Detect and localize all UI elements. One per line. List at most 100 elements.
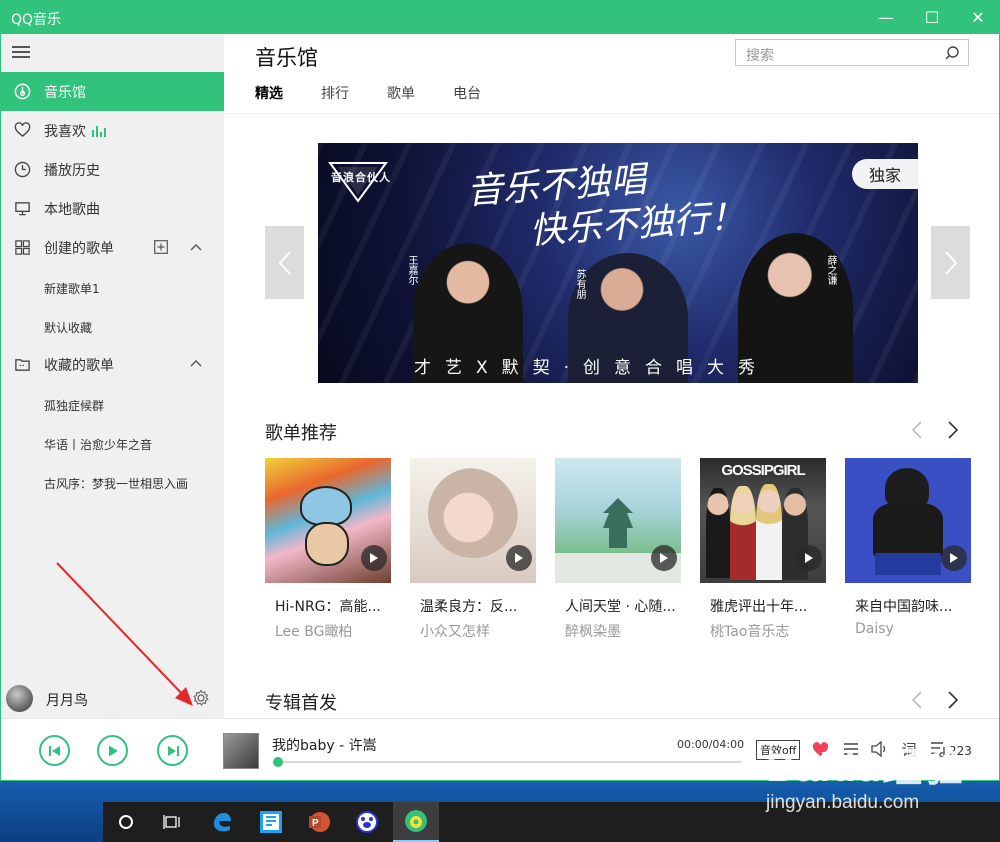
menu-icon[interactable] xyxy=(12,46,30,60)
settings-gear-icon[interactable] xyxy=(192,689,210,707)
playlist-author[interactable]: 桃Tao音乐志 xyxy=(710,621,789,641)
qq-music-taskbar-button[interactable] xyxy=(393,802,439,842)
chevron-right-icon[interactable] xyxy=(948,691,958,709)
singer-name: 王嘉尔 xyxy=(406,255,417,285)
banner-next-button[interactable] xyxy=(931,226,970,299)
monitor-icon xyxy=(13,200,31,218)
singer-name: 苏有朋 xyxy=(574,269,585,299)
sidebar-item-label: 本地歌曲 xyxy=(44,201,100,218)
playlist-cover[interactable] xyxy=(555,458,681,583)
chevron-left-icon[interactable] xyxy=(912,691,922,709)
playlist-title[interactable]: 来自中国韵味... xyxy=(855,596,975,616)
add-playlist-icon[interactable] xyxy=(154,240,168,254)
task-view-icon xyxy=(163,815,180,829)
play-icon[interactable] xyxy=(361,545,387,571)
playlist-cover[interactable]: GOSSIPGIRL xyxy=(700,458,826,583)
playlist-author[interactable]: 小众又怎样 xyxy=(420,621,490,641)
banner-prev-button[interactable] xyxy=(265,226,304,299)
playlist-author[interactable]: 醉枫染墨 xyxy=(565,621,621,641)
playlist-card[interactable]: GOSSIPGIRL 雅虎评出十年... 桃Tao音乐志 xyxy=(700,458,826,640)
play-icon[interactable] xyxy=(941,545,967,571)
chevron-right-icon[interactable] xyxy=(948,421,958,439)
playlist-cover[interactable] xyxy=(410,458,536,583)
heart-icon xyxy=(13,122,31,140)
playlist-author[interactable]: Daisy xyxy=(855,621,894,637)
singer-name: 薛之谦 xyxy=(825,255,836,285)
tab-playlists[interactable]: 歌单 xyxy=(387,83,415,103)
collapse-icon[interactable] xyxy=(190,359,202,367)
task-view-button[interactable] xyxy=(149,802,195,842)
previous-button[interactable] xyxy=(39,735,70,766)
play-button[interactable] xyxy=(97,735,128,766)
minimize-button[interactable]: — xyxy=(863,1,909,34)
chevron-left-icon[interactable] xyxy=(912,421,922,439)
playlist-card[interactable]: 来自中国韵味... Daisy xyxy=(845,458,971,637)
tab-radio[interactable]: 电台 xyxy=(453,83,481,103)
sidebar-item-music-hall[interactable]: 音乐馆 xyxy=(1,72,224,111)
now-playing-title[interactable]: 我的baby - 许嵩 xyxy=(272,735,377,755)
search-input[interactable]: 搜索 xyxy=(735,39,969,66)
playlist-cover[interactable] xyxy=(845,458,971,583)
playlist-title[interactable]: 雅虎评出十年... xyxy=(710,596,830,616)
search-placeholder: 搜索 xyxy=(746,48,774,64)
playlist-title[interactable]: 温柔良方：反... xyxy=(420,596,540,616)
search-icon[interactable] xyxy=(944,45,960,61)
equalizer-icon xyxy=(92,125,106,137)
maximize-button[interactable]: ☐ xyxy=(909,1,955,34)
playlist-item[interactable]: 孤独症候群 xyxy=(44,397,104,414)
sidebar-item-label: 创建的歌单 xyxy=(44,240,114,257)
sidebar-item-label: 收藏的歌单 xyxy=(44,357,114,374)
play-icon xyxy=(108,745,118,756)
tab-ranking[interactable]: 排行 xyxy=(321,83,349,103)
maximize-icon: ☐ xyxy=(924,8,940,27)
playlist-item[interactable]: 华语丨治愈少年之音 xyxy=(44,436,152,453)
created-playlist-actions xyxy=(154,240,202,254)
sidebar-item-favorites[interactable]: 我喜欢 xyxy=(1,111,224,150)
avatar[interactable] xyxy=(6,685,33,712)
main-content: 音乐馆 搜索 精选 排行 歌单 电台 音浪合伙人 音乐不独唱 快乐不独行！ 王嘉… xyxy=(224,34,999,718)
header: 音乐馆 搜索 精选 排行 歌单 电台 xyxy=(224,34,999,114)
playlist-card[interactable]: Hi-NRG：高能... Lee BG瞰柏 xyxy=(265,458,391,640)
grid-icon xyxy=(13,239,31,257)
powerpoint-button[interactable]: P xyxy=(296,802,342,842)
progress-bar[interactable] xyxy=(273,757,741,767)
watermark: Baidu经验 jingyan.baidu.com xyxy=(766,748,964,814)
baidu-paw-icon xyxy=(356,811,378,833)
collapse-icon[interactable] xyxy=(190,243,202,251)
playlist-title[interactable]: 人间天堂 · 心随... xyxy=(565,596,685,616)
next-button[interactable] xyxy=(157,735,188,766)
playlist-item[interactable]: 默认收藏 xyxy=(44,319,92,336)
play-icon[interactable] xyxy=(506,545,532,571)
news-app-button[interactable] xyxy=(248,802,294,842)
progress-handle[interactable] xyxy=(273,757,283,767)
close-button[interactable]: ✕ xyxy=(955,1,999,34)
edge-browser-button[interactable] xyxy=(199,802,245,842)
sidebar-item-history[interactable]: 播放历史 xyxy=(1,150,224,189)
app-title: QQ音乐 xyxy=(11,12,62,28)
tab-featured[interactable]: 精选 xyxy=(255,83,283,103)
play-time: 00:00/04:00 xyxy=(677,738,745,751)
play-icon[interactable] xyxy=(651,545,677,571)
playlist-cover[interactable] xyxy=(265,458,391,583)
title-bar: QQ音乐 — ☐ ✕ xyxy=(1,1,999,34)
playlist-item[interactable]: 古风序：梦我一世相思入画 xyxy=(44,475,188,492)
section-title-albums: 专辑首发 xyxy=(265,693,337,714)
song-cover[interactable] xyxy=(223,733,259,769)
sidebar-item-local-songs[interactable]: 本地歌曲 xyxy=(1,189,224,228)
baidu-app-button[interactable] xyxy=(344,802,390,842)
banner-image[interactable]: 音浪合伙人 音乐不独唱 快乐不独行！ 王嘉尔 苏有朋 薛之谦 独家 才艺X默契·… xyxy=(318,143,918,383)
cortana-button[interactable] xyxy=(103,802,149,842)
next-icon xyxy=(167,745,179,756)
playlist-item[interactable]: 新建歌单1 xyxy=(44,280,100,297)
play-icon[interactable] xyxy=(796,545,822,571)
playlist-card[interactable]: 温柔良方：反... 小众又怎样 xyxy=(410,458,536,640)
playlist-author[interactable]: Lee BG瞰柏 xyxy=(275,621,352,641)
qq-music-icon xyxy=(405,810,427,832)
album-section-nav xyxy=(912,691,958,709)
playlist-card[interactable]: 人间天堂 · 心随... 醉枫染墨 xyxy=(555,458,681,640)
playlist-title[interactable]: Hi-NRG：高能... xyxy=(275,596,395,616)
minimize-icon: — xyxy=(878,8,894,27)
watermark-url: jingyan.baidu.com xyxy=(766,792,920,813)
username[interactable]: 月月鸟 xyxy=(46,690,88,710)
watermark-logo: Baidu经验 xyxy=(766,746,965,790)
